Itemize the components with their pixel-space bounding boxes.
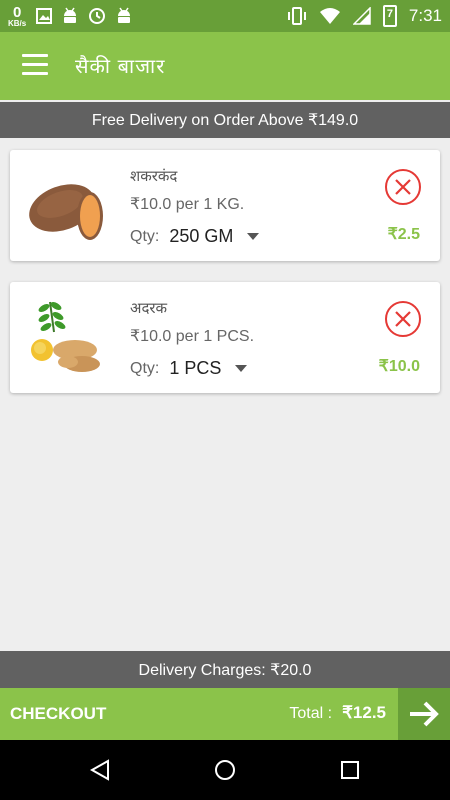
checkout-button[interactable]: CHECKOUT Total : ₹12.5 bbox=[0, 688, 398, 740]
product-name: शकरकंद bbox=[130, 168, 178, 185]
network-speed: 0 KB/s bbox=[8, 5, 26, 28]
battery-icon: 7 bbox=[382, 5, 397, 27]
dropdown-arrow-icon bbox=[247, 233, 260, 240]
quantity-dropdown[interactable]: Qty: 250 GM bbox=[130, 226, 260, 247]
recents-icon[interactable] bbox=[338, 758, 362, 782]
notification-icons: 0 KB/s bbox=[8, 2, 132, 30]
product-name: अदरक bbox=[130, 300, 168, 317]
android-notification-icon bbox=[64, 7, 77, 23]
quantity-dropdown[interactable]: Qty: 1 PCS bbox=[130, 358, 248, 379]
app-title: सैकी बाजार bbox=[75, 56, 166, 78]
cart-item-card: शकरकंद ₹10.0 per 1 KG. Qty: 250 GM ₹2.5 bbox=[10, 150, 440, 261]
product-price: ₹10.0 per 1 KG. bbox=[130, 196, 245, 213]
sync-notification-icon bbox=[89, 8, 106, 24]
checkout-label: CHECKOUT bbox=[10, 704, 107, 723]
signal-icon bbox=[352, 7, 371, 25]
item-total: ₹2.5 bbox=[387, 226, 420, 243]
system-navigation-bar bbox=[0, 740, 450, 800]
quantity-label: Qty: bbox=[130, 227, 160, 245]
cart-item-card: अदरक ₹10.0 per 1 PCS. Qty: 1 PCS ₹10.0 bbox=[10, 282, 440, 393]
remove-item-icon[interactable] bbox=[384, 300, 422, 338]
status-bar: 0 KB/s 7 7:31 bbox=[0, 0, 450, 32]
total-label: Total : bbox=[289, 705, 333, 722]
home-icon[interactable] bbox=[213, 758, 237, 782]
network-speed-value: 0 bbox=[12, 3, 22, 21]
delivery-charges-text: Delivery Charges: ₹20.0 bbox=[138, 661, 312, 679]
product-price: ₹10.0 per 1 PCS. bbox=[130, 328, 255, 345]
network-speed-unit: KB/s bbox=[8, 18, 27, 28]
cart-total: Total : ₹12.5 bbox=[289, 703, 386, 723]
free-delivery-banner: Free Delivery on Order Above ₹149.0 bbox=[0, 102, 450, 138]
quantity-value: 1 PCS bbox=[169, 358, 222, 378]
checkout-arrow-button[interactable] bbox=[398, 688, 450, 740]
arrow-right-icon bbox=[410, 701, 439, 727]
product-image-sweet-potato bbox=[20, 160, 110, 250]
back-icon[interactable] bbox=[88, 758, 112, 782]
android-notification-icon-2 bbox=[118, 7, 131, 23]
dropdown-arrow-icon bbox=[235, 365, 248, 372]
app-bar: सैकी बाजार bbox=[0, 32, 450, 100]
delivery-charges-bar: Delivery Charges: ₹20.0 bbox=[0, 651, 450, 688]
item-total: ₹10.0 bbox=[378, 358, 420, 375]
hamburger-menu-icon[interactable] bbox=[22, 54, 48, 78]
system-icons: 7 7:31 bbox=[287, 0, 442, 32]
vibrate-icon bbox=[287, 7, 306, 25]
quantity-label: Qty: bbox=[130, 359, 160, 377]
battery-level: 7 bbox=[386, 8, 393, 20]
product-image-ginger bbox=[20, 292, 110, 382]
total-value: ₹12.5 bbox=[342, 703, 386, 722]
image-notification-icon bbox=[36, 8, 53, 24]
quantity-value: 250 GM bbox=[169, 226, 234, 246]
remove-item-icon[interactable] bbox=[384, 168, 422, 206]
clock: 7:31 bbox=[408, 6, 442, 25]
wifi-icon bbox=[319, 8, 340, 24]
free-delivery-text: Free Delivery on Order Above ₹149.0 bbox=[91, 112, 359, 129]
